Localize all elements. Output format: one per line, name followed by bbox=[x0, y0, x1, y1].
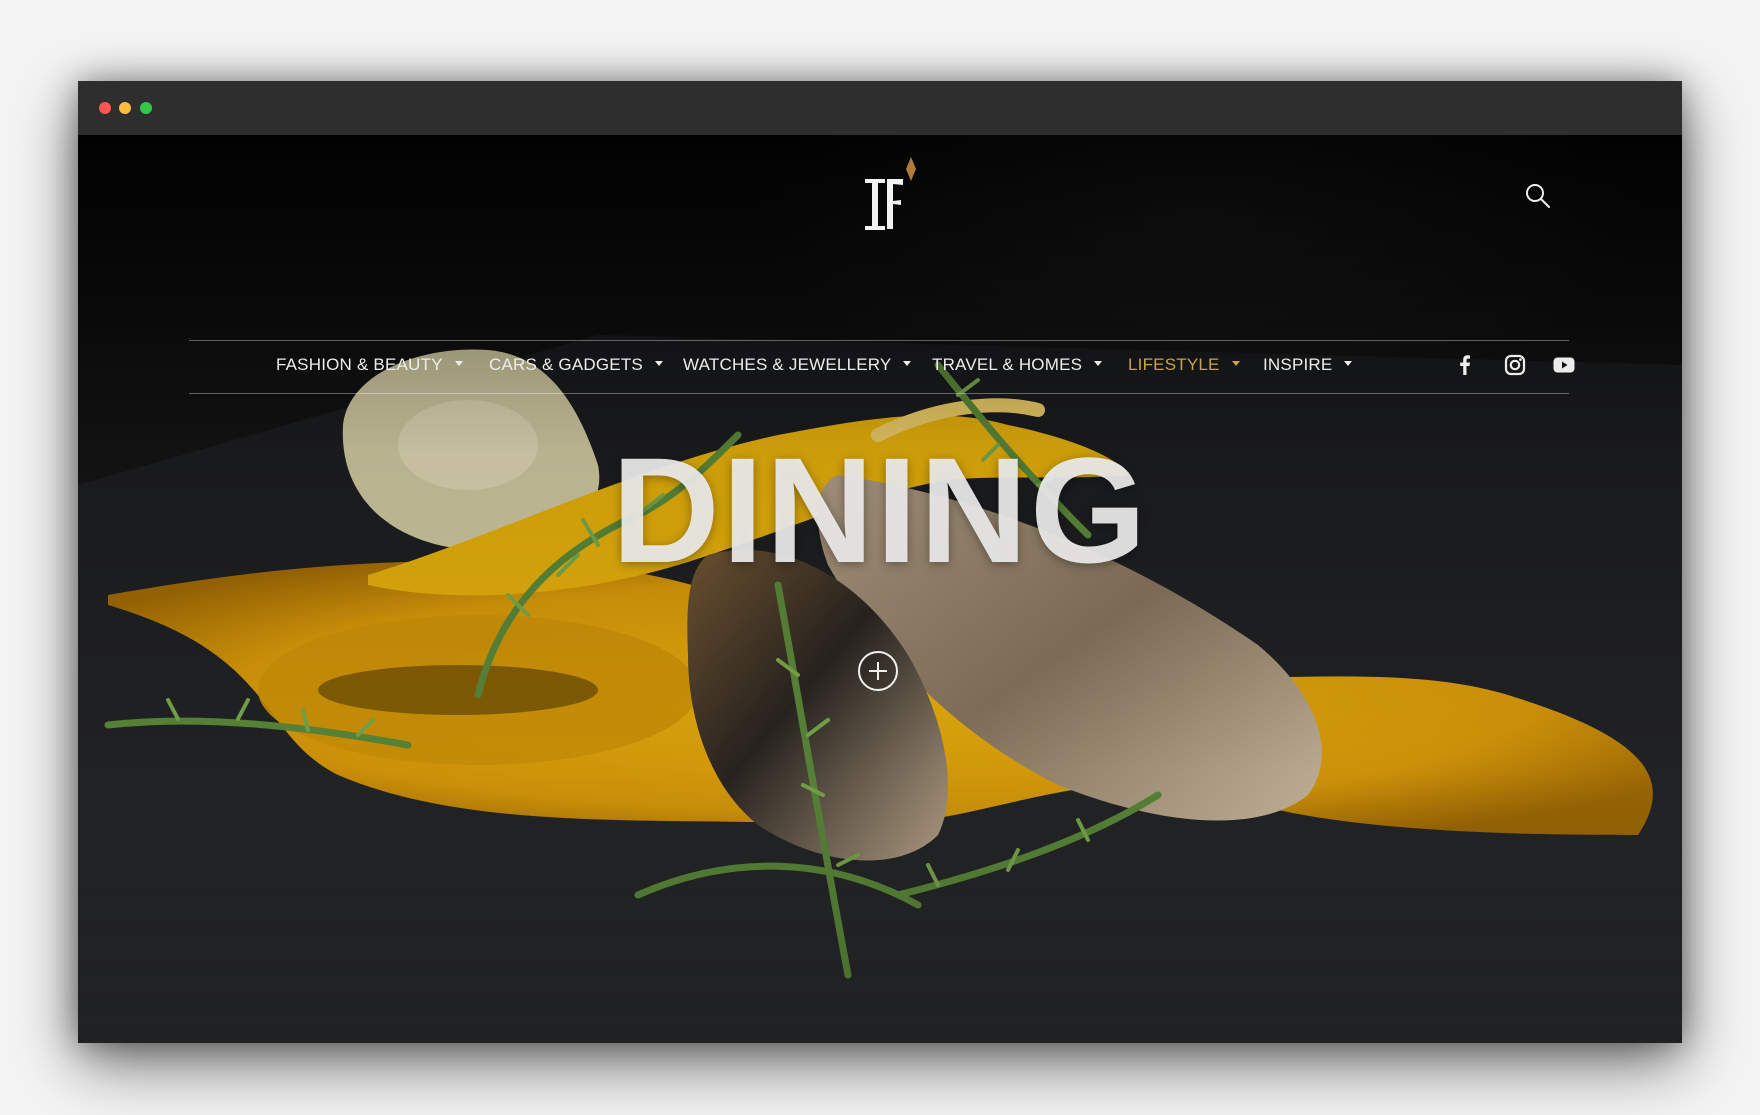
nav-item-watches-jewellery[interactable]: WATCHES & JEWELLERY bbox=[683, 355, 912, 375]
nav-item-inspire[interactable]: INSPIRE bbox=[1263, 355, 1353, 375]
search-icon[interactable] bbox=[1524, 182, 1552, 210]
maximize-window-button[interactable] bbox=[140, 102, 152, 114]
minimize-window-button[interactable] bbox=[119, 102, 131, 114]
main-navigation: FASHION & BEAUTY CARS & GADGETS WATCHES … bbox=[189, 340, 1575, 394]
nav-item-lifestyle[interactable]: LIFESTYLE bbox=[1128, 355, 1240, 375]
window-titlebar bbox=[78, 81, 1682, 135]
nav-item-label: WATCHES & JEWELLERY bbox=[683, 355, 892, 374]
nav-item-label: FASHION & BEAUTY bbox=[276, 355, 443, 374]
browser-window: FASHION & BEAUTY CARS & GADGETS WATCHES … bbox=[78, 81, 1682, 1043]
chevron-down-icon bbox=[1094, 361, 1103, 367]
nav-item-cars-gadgets[interactable]: CARS & GADGETS bbox=[489, 355, 663, 375]
chevron-down-icon bbox=[903, 361, 912, 367]
F-monogram-logo[interactable] bbox=[857, 157, 927, 237]
nav-item-fashion-beauty[interactable]: FASHION & BEAUTY bbox=[276, 355, 463, 375]
close-window-button[interactable] bbox=[99, 102, 111, 114]
nav-item-travel-homes[interactable]: TRAVEL & HOMES bbox=[932, 355, 1103, 375]
chevron-down-icon bbox=[1231, 361, 1240, 367]
youtube-icon[interactable] bbox=[1552, 353, 1576, 377]
nav-item-label: TRAVEL & HOMES bbox=[932, 355, 1083, 374]
chevron-down-icon bbox=[454, 361, 463, 367]
hero-title: DINING bbox=[611, 426, 1149, 594]
nav-item-label: CARS & GADGETS bbox=[489, 355, 643, 374]
hero-section: FASHION & BEAUTY CARS & GADGETS WATCHES … bbox=[78, 135, 1682, 1043]
chevron-down-icon bbox=[654, 361, 663, 367]
nav-item-label: LIFESTYLE bbox=[1128, 355, 1220, 374]
chevron-down-icon bbox=[1344, 361, 1353, 367]
nav-item-label: INSPIRE bbox=[1263, 355, 1333, 374]
plus-circle-icon[interactable] bbox=[856, 649, 900, 693]
facebook-icon[interactable] bbox=[1453, 353, 1477, 377]
instagram-icon[interactable] bbox=[1503, 353, 1527, 377]
